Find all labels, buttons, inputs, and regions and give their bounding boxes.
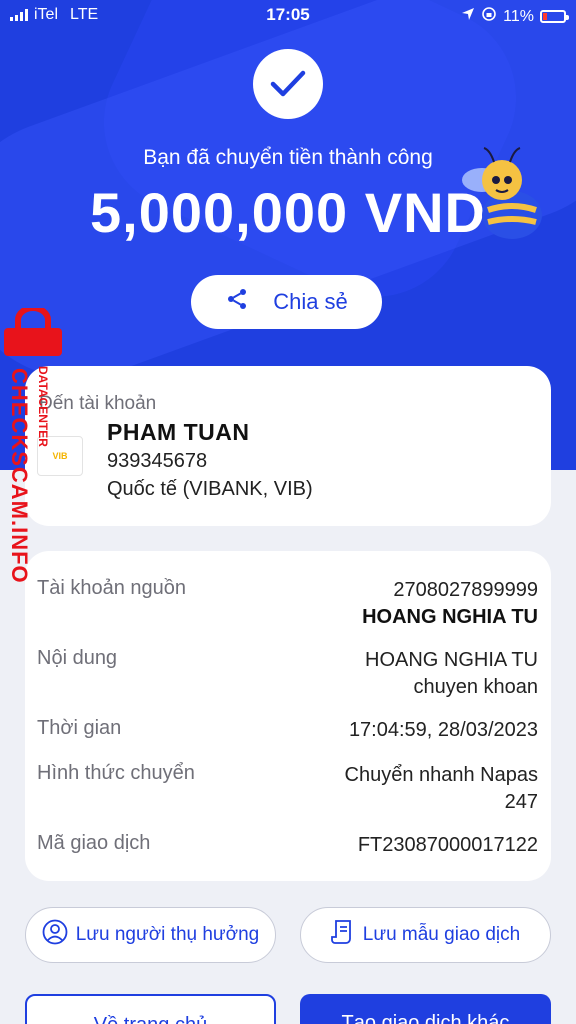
location-icon — [461, 7, 475, 26]
detail-label: Nội dung — [37, 647, 118, 669]
share-label: Chia sẻ — [273, 289, 348, 314]
detail-row-content: Nội dung HOANG NGHIA TU chuyen khoan — [37, 647, 538, 701]
success-check-icon — [253, 49, 323, 119]
detail-value: 2708027899999 — [393, 579, 538, 601]
battery-icon — [540, 10, 569, 23]
recipient-bank: Quốc tế (VIBANK, VIB) — [107, 478, 313, 500]
detail-label: Hình thức chuyển — [37, 762, 195, 784]
detail-value: FT23087000017122 — [357, 834, 538, 856]
home-button[interactable]: Về trang chủ — [25, 994, 276, 1024]
status-bar: iTel LTE 17:05 11% — [0, 0, 576, 30]
watermark-subtext: DATACENTER — [36, 366, 50, 447]
receipt-icon — [330, 919, 355, 951]
detail-row-time: Thời gian 17:04:59, 28/03/2023 — [37, 717, 538, 744]
user-icon — [42, 919, 68, 951]
detail-row-source-account: Tài khoản nguồn 2708027899999 HOANG NGHIA… — [37, 577, 538, 631]
bee-mascot-icon — [452, 140, 562, 255]
recipient-account: 939345678 — [107, 450, 208, 472]
battery-percent: 11% — [503, 7, 534, 25]
save-beneficiary-label: Lưu người thụ hưởng — [75, 924, 260, 945]
detail-value-secondary: HOANG NGHIA TU — [362, 606, 538, 628]
recipient-name: PHAM TUAN — [107, 419, 250, 445]
detail-value-secondary: chuyen khoan — [413, 676, 538, 698]
watermark: CHECKSCAM.INFO DATACENTER — [0, 305, 70, 598]
save-beneficiary-button[interactable]: Lưu người thụ hưởng — [25, 907, 276, 963]
detail-value-secondary: 247 — [504, 791, 538, 813]
detail-label: Mã giao dịch — [37, 832, 151, 854]
save-template-label: Lưu mẫu giao dịch — [362, 924, 521, 945]
save-template-button[interactable]: Lưu mẫu giao dịch — [300, 907, 551, 963]
detail-value: 17:04:59, 28/03/2023 — [348, 719, 538, 741]
new-transaction-button[interactable]: Tạo giao dịch khác — [300, 994, 551, 1024]
transaction-details-card: Tài khoản nguồn 2708027899999 HOANG NGHIA… — [25, 551, 551, 881]
detail-label: Thời gian — [37, 717, 122, 739]
detail-row-transaction-id: Mã giao dịch FT23087000017122 — [37, 832, 538, 859]
share-button[interactable]: Chia sẻ — [191, 275, 382, 329]
destination-card: Đến tài khoản VIB PHAM TUAN 939345678 Qu… — [25, 366, 551, 526]
share-icon — [225, 287, 249, 317]
detail-value: Chuyển nhanh Napas — [344, 764, 538, 786]
detail-value: HOANG NGHIA TU — [365, 649, 538, 671]
detail-row-transfer-type: Hình thức chuyển Chuyển nhanh Napas 247 — [37, 762, 538, 816]
orientation-lock-icon — [481, 6, 497, 27]
watermark-text: CHECKSCAM.INFO — [7, 368, 32, 584]
lock-icon — [4, 305, 62, 361]
